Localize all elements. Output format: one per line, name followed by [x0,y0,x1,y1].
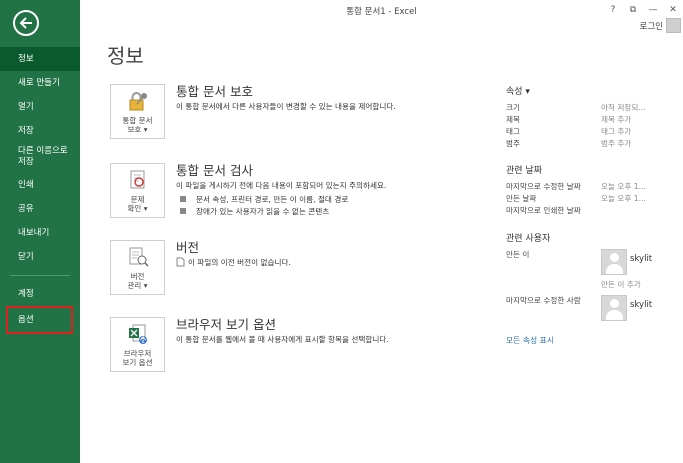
minimize-button[interactable]: — [643,0,663,22]
nav-info[interactable]: 정보 [0,47,80,71]
tags-input[interactable]: 태그 추가 [601,126,631,138]
versions-desc-text: 이 파일의 이전 버전이 없습니다. [188,258,291,267]
backstage-sidebar: 정보 새로 만들기 열기 저장 다른 이름으로 저장 인쇄 공유 내보내기 닫기… [0,0,80,463]
excel-web-icon [129,324,147,344]
manage-versions-button[interactable]: 버전 관리 ▾ [110,240,165,295]
protect-workbook-label: 통합 문서 보호 ▾ [122,116,153,134]
browser-view-options-button[interactable]: 브라우저 보기 옵션 [110,317,165,372]
show-all-properties-link[interactable]: 모든 속성 표시 [506,335,554,346]
browser-view-options-label: 브라우저 보기 옵션 [122,349,153,367]
versions-icon [129,247,149,267]
dates-heading: 관련 날짜 [506,166,542,176]
nav-close[interactable]: 닫기 [0,245,80,269]
inspect-desc: 이 파일을 게시하기 전에 다음 내용이 포함되어 있는지 주의하세요. [176,181,387,190]
bullet-icon [180,208,186,214]
property-row: 제목 제목 추가 [506,114,681,126]
nav-share[interactable]: 공유 [0,197,80,221]
property-value: 아직 저장되... [601,103,646,112]
browser-desc: 이 통합 문서를 웹에서 볼 때 사용자에게 표시할 항목을 선택합니다. [176,335,389,344]
back-arrow-icon [19,17,32,29]
modified-by-row: 마지막으로 수정한 사람 skylit [506,295,681,325]
user-avatar-icon [601,249,627,275]
date-label: 마지막으로 인쇄한 날짜 [506,206,581,215]
window-title: 통합 문서1 - Excel [346,7,417,17]
author-row: 만든 이 skylit [506,249,681,279]
property-row: 범주 범주 추가 [506,138,681,150]
inspect-bullet-text: 장애가 있는 사용자가 읽을 수 없는 콘텐츠 [196,207,330,216]
check-issues-label: 문제 확인 ▾ [127,195,148,213]
back-button[interactable] [13,10,39,36]
date-row: 만든 날짜 오늘 오후 1... [506,193,681,205]
property-row: 태그 태그 추가 [506,126,681,138]
protect-desc: 이 통합 문서에서 다른 사용자들이 변경할 수 있는 내용을 제어합니다. [176,102,396,111]
list-item: 장애가 있는 사용자가 읽을 수 없는 콘텐츠 [176,206,348,218]
add-author-row: 만든 이 추가 [506,279,681,291]
versions-title: 버전 [176,240,200,255]
property-row: 크기 아직 저장되... [506,102,681,114]
nav-options[interactable]: 옵션 [6,306,73,334]
author-label: 만든 이 [506,250,530,259]
property-label: 범주 [506,139,520,148]
title-bar: 통합 문서1 - Excel ? ⧉ — ✕ [80,0,683,22]
date-row: 마지막으로 인쇄한 날짜 [506,205,681,217]
author-name[interactable]: skylit [630,254,652,264]
document-icon [176,257,185,267]
login-link[interactable]: 로그인 [640,20,663,32]
nav-save-as-label: 다른 이름으로 저장 [18,146,68,167]
versions-desc: 이 파일의 이전 버전이 없습니다. [176,257,291,268]
date-label: 마지막으로 수정한 날짜 [506,182,581,191]
nav-open[interactable]: 열기 [0,95,80,119]
date-value: 오늘 오후 1... [601,182,646,191]
nav-new[interactable]: 새로 만들기 [0,71,80,95]
list-item: 문서 속성, 프린터 경로, 만든 이 이름, 절대 경로 [176,194,348,206]
account-avatar-icon[interactable] [666,18,681,33]
lock-key-icon [129,92,147,111]
bullet-icon [180,196,186,202]
property-label: 태그 [506,127,520,136]
date-label: 만든 날짜 [506,194,537,203]
protect-title: 통합 문서 보호 [176,84,253,99]
people-heading: 관련 사용자 [506,234,551,244]
nav-save-as[interactable]: 다른 이름으로 저장 [0,143,80,173]
date-value: 오늘 오후 1... [601,194,646,203]
inspect-bullets: 문서 속성, 프린터 경로, 만든 이 이름, 절대 경로 장애가 있는 사용자… [176,194,348,218]
modified-by-label: 마지막으로 수정한 사람 [506,296,581,305]
nav-divider [10,275,70,276]
nav-account[interactable]: 계정 [0,282,80,306]
page-title: 정보 [107,44,144,68]
add-author-link[interactable]: 만든 이 추가 [601,279,641,291]
inspect-document-icon [130,170,145,189]
category-input[interactable]: 범주 추가 [601,138,631,150]
nav-export[interactable]: 내보내기 [0,221,80,245]
properties-heading[interactable]: 속성 ▾ [506,84,681,97]
check-issues-button[interactable]: 문제 확인 ▾ [110,163,165,218]
modified-by-name[interactable]: skylit [630,300,652,310]
properties-pane: 속성 ▾ 크기 아직 저장되... 제목 제목 추가 태그 태그 추가 범주 범주 추가… [506,84,681,346]
browser-title: 브라우저 보기 옵션 [176,317,276,332]
inspect-bullet-text: 문서 속성, 프린터 경로, 만든 이 이름, 절대 경로 [196,195,349,204]
ribbon-display-button[interactable]: ⧉ [623,0,643,22]
manage-versions-label: 버전 관리 ▾ [127,272,148,290]
user-avatar-icon [601,295,627,321]
property-label: 제목 [506,115,520,124]
title-input[interactable]: 제목 추가 [601,114,631,126]
date-row: 마지막으로 수정한 날짜 오늘 오후 1... [506,181,681,193]
nav-print[interactable]: 인쇄 [0,173,80,197]
nav-save[interactable]: 저장 [0,119,80,143]
property-label: 크기 [506,103,520,112]
help-button[interactable]: ? [603,0,623,22]
protect-workbook-button[interactable]: 통합 문서 보호 ▾ [110,84,165,139]
inspect-title: 통합 문서 검사 [176,163,253,178]
